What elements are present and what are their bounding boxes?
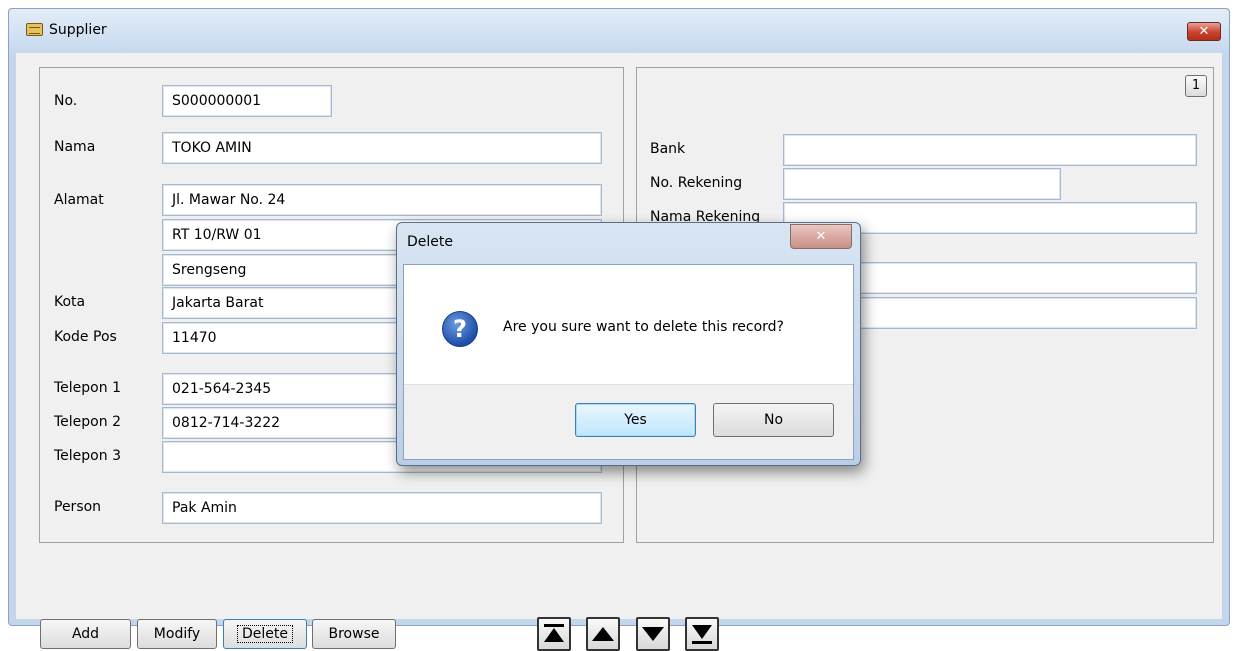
last-record-icon (692, 625, 712, 644)
window-title: Supplier (49, 22, 107, 38)
next-record-icon (642, 627, 664, 641)
previous-record-button[interactable] (586, 617, 620, 651)
person-field[interactable]: Pak Amin (162, 492, 602, 524)
no-rekening-label: No. Rekening (650, 175, 743, 191)
bank-field[interactable] (783, 134, 1197, 166)
page-number-badge[interactable]: 1 (1185, 75, 1207, 97)
kode-pos-label: Kode Pos (54, 329, 117, 345)
delete-button[interactable]: Delete (223, 619, 307, 649)
add-button-label: Add (71, 626, 100, 642)
browse-button[interactable]: Browse (312, 619, 396, 649)
dialog-close-button[interactable]: ✕ (790, 224, 852, 249)
yes-button[interactable]: Yes (575, 403, 696, 437)
modify-button-label: Modify (153, 626, 201, 642)
no-rekening-field[interactable] (783, 168, 1061, 200)
last-record-button[interactable] (685, 617, 719, 651)
no-label: No. (54, 93, 78, 109)
dialog-message: Are you sure want to delete this record? (503, 319, 784, 335)
bank-label: Bank (650, 141, 686, 157)
kota-label: Kota (54, 294, 86, 310)
first-record-button[interactable] (537, 617, 571, 651)
alamat-label: Alamat (54, 192, 104, 208)
telepon-3-label: Telepon 3 (54, 448, 121, 464)
no-button[interactable]: No (713, 403, 834, 437)
dialog-body: ? Are you sure want to delete this recor… (403, 264, 854, 460)
window-close-button[interactable]: ✕ (1187, 22, 1221, 41)
next-record-button[interactable] (636, 617, 670, 651)
modify-button[interactable]: Modify (137, 619, 217, 649)
previous-record-icon (592, 627, 614, 641)
person-label: Person (54, 499, 102, 515)
telepon-2-label: Telepon 2 (54, 414, 121, 430)
question-icon: ? (442, 311, 478, 347)
add-button[interactable]: Add (40, 619, 131, 649)
dialog-title: Delete (407, 234, 453, 250)
browse-button-label: Browse (328, 626, 380, 642)
nama-label: Nama (54, 139, 96, 155)
delete-dialog: Delete ✕ ? Are you sure want to delete t… (396, 222, 861, 466)
alamat-line-1-field[interactable]: Jl. Mawar No. 24 (162, 184, 602, 216)
folder-icon (26, 23, 43, 36)
title-bar[interactable]: Supplier ✕ (9, 9, 1229, 53)
nama-field[interactable]: TOKO AMIN (162, 132, 602, 164)
telepon-1-label: Telepon 1 (54, 380, 121, 396)
first-record-icon (544, 624, 564, 642)
no-field[interactable]: S000000001 (162, 85, 332, 117)
